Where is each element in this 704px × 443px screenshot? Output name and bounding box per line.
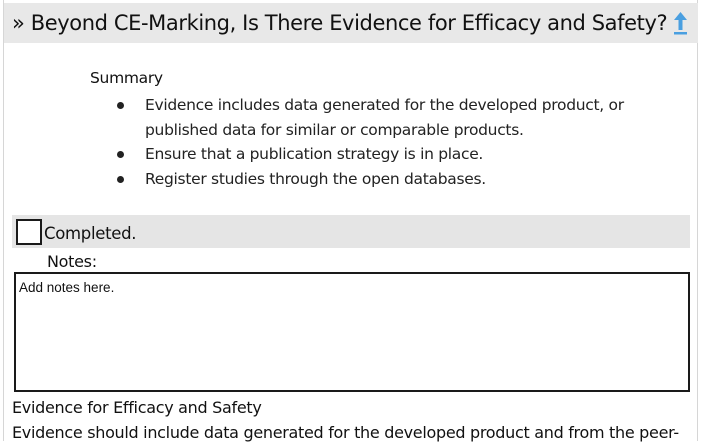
summary-block: Summary Evidence includes data generated… xyxy=(90,68,650,191)
summary-item-text: Ensure that a publication strategy is in… xyxy=(145,145,484,163)
completed-row: Completed. xyxy=(12,215,690,248)
evidence-heading: Evidence for Efficacy and Safety xyxy=(12,398,262,417)
section-title: » Beyond CE-Marking, Is There Evidence f… xyxy=(12,11,668,35)
summary-heading: Summary xyxy=(90,69,163,87)
notes-input[interactable] xyxy=(14,272,690,392)
completed-label: Completed. xyxy=(44,224,137,243)
summary-item: Ensure that a publication strategy is in… xyxy=(90,142,650,167)
summary-item: Evidence includes data generated for the… xyxy=(90,93,650,142)
bullet-icon xyxy=(117,151,124,158)
summary-item-text: Register studies through the open databa… xyxy=(145,169,486,188)
bullet-icon xyxy=(117,102,124,109)
evidence-body-text: Evidence should include data generated f… xyxy=(12,423,679,442)
bullet-icon xyxy=(117,175,124,183)
up-arrow-icon[interactable] xyxy=(673,11,688,35)
notes-label: Notes: xyxy=(47,252,97,271)
summary-item-text: Evidence includes data generated for the… xyxy=(145,96,624,139)
section-header: » Beyond CE-Marking, Is There Evidence f… xyxy=(4,3,698,43)
completed-checkbox[interactable] xyxy=(16,218,42,245)
up-arrow-icon-glyph xyxy=(674,12,688,35)
summary-item: Register studies through the open databa… xyxy=(90,167,650,192)
summary-list: Evidence includes data generated for the… xyxy=(90,93,650,191)
